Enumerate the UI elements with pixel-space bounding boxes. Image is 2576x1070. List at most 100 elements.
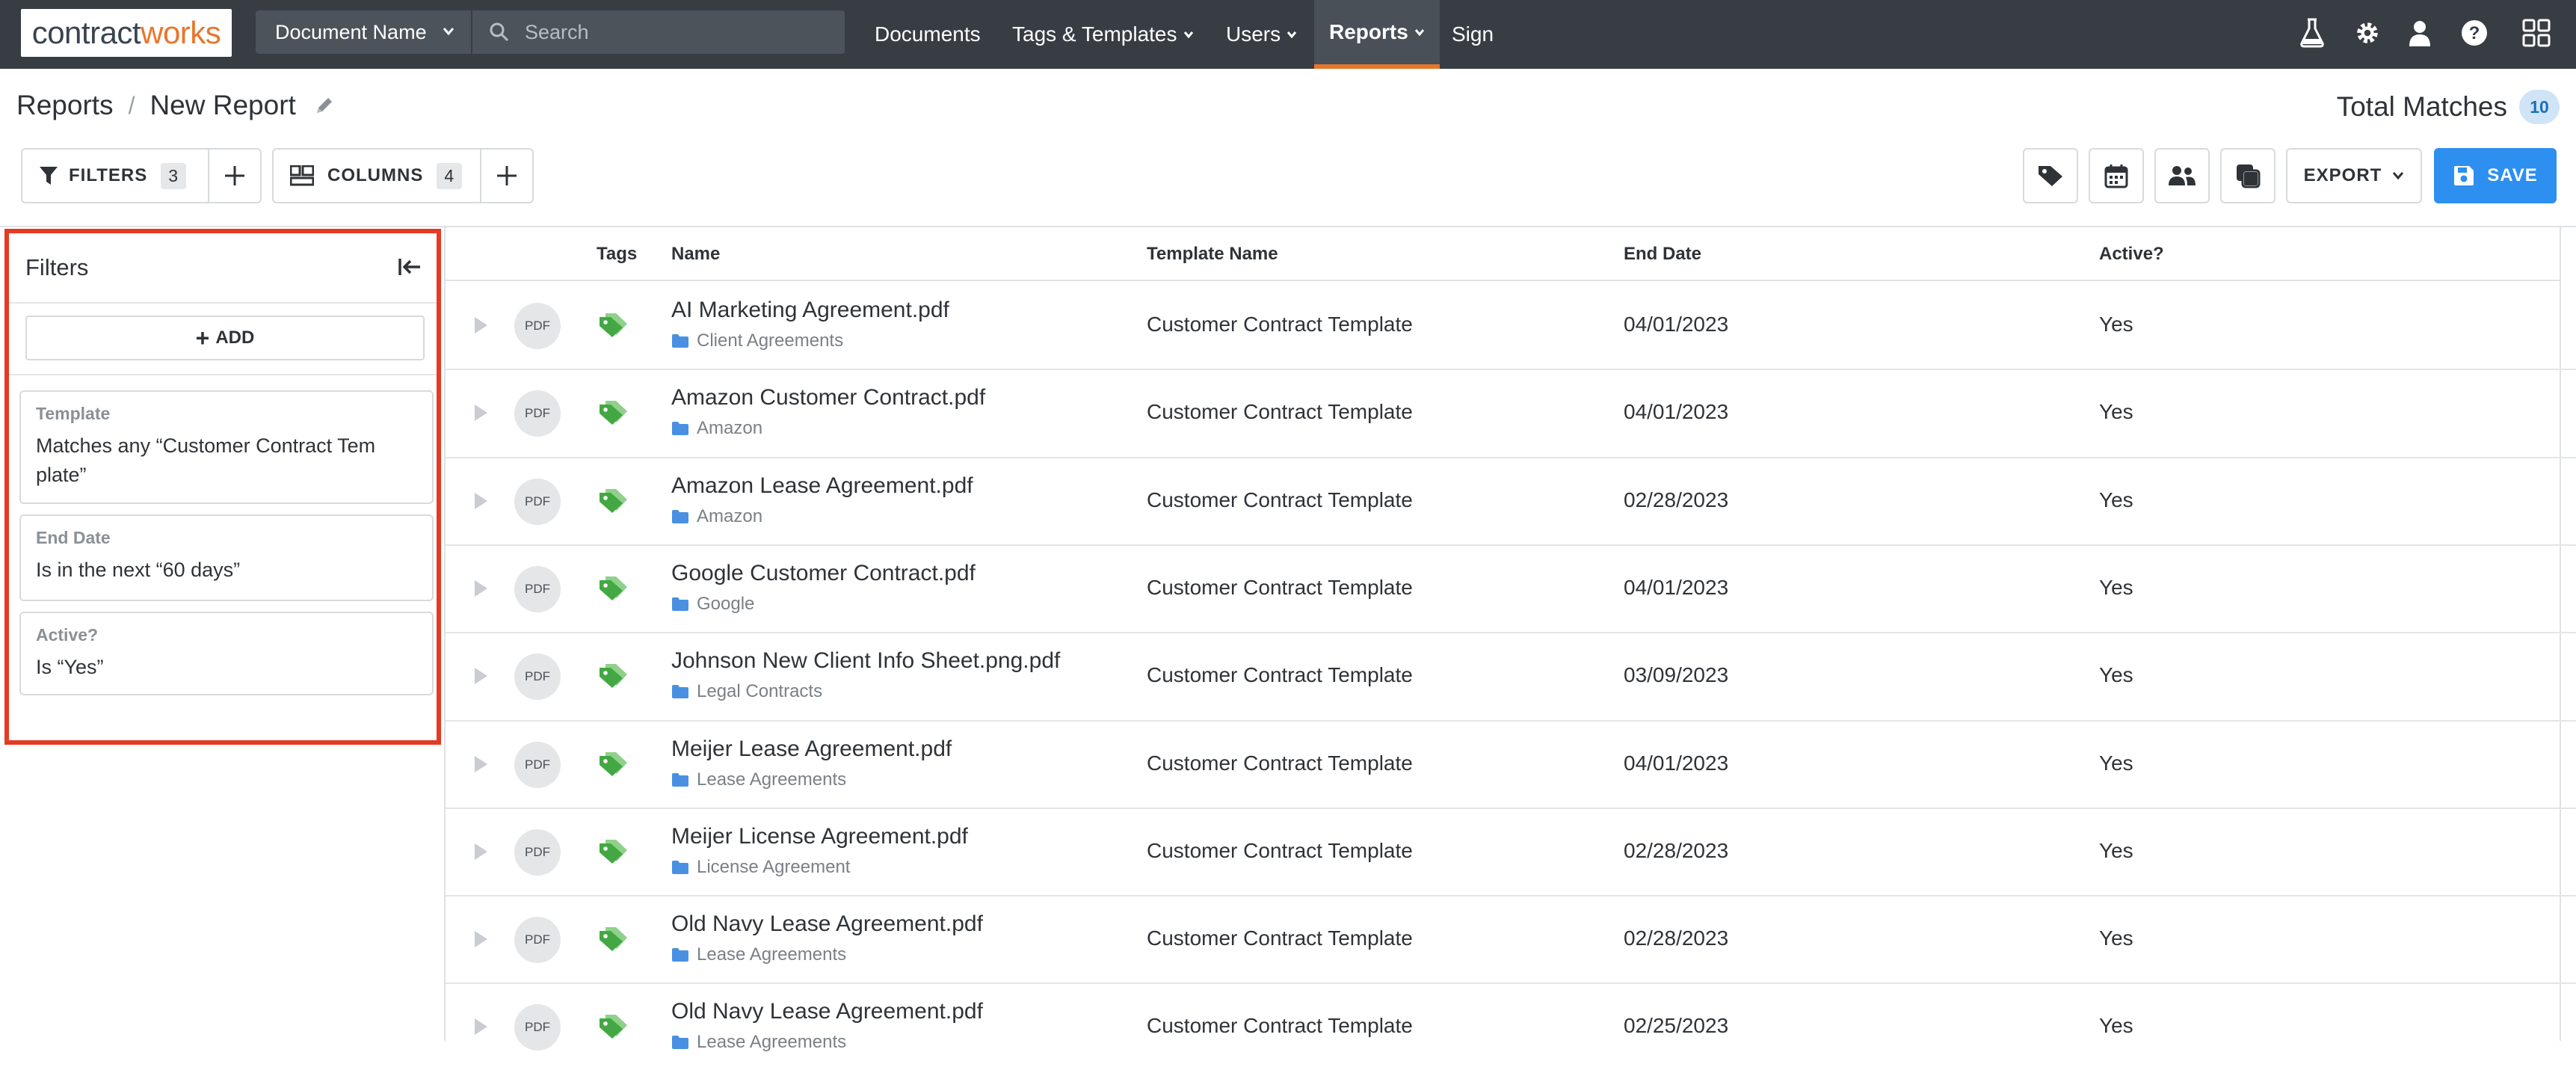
filter-card-template[interactable]: Template Matches any “Customer Contract …	[19, 390, 434, 504]
document-folder[interactable]: Lease Agreements	[671, 769, 846, 790]
total-matches-label: Total Matches	[2336, 91, 2507, 122]
nav-tags-templates[interactable]: Tags & Templates	[1012, 0, 1194, 69]
table-row[interactable]: PDF Google Customer Contract.pdf Google …	[446, 544, 2561, 632]
search-scope-dropdown[interactable]: Document Name	[256, 10, 471, 54]
table-row[interactable]: PDF Amazon Lease Agreement.pdf Amazon Cu…	[446, 457, 2561, 544]
search-input[interactable]: Search	[472, 10, 845, 54]
nav-reports[interactable]: Reports	[1314, 0, 1440, 69]
search-icon	[489, 22, 510, 43]
contractworks-logo[interactable]: contract works	[21, 9, 232, 57]
green-tag-icon[interactable]	[597, 1012, 629, 1039]
column-header-name[interactable]: Name	[671, 244, 720, 265]
document-name-link[interactable]: Amazon Lease Agreement.pdf	[671, 473, 973, 499]
document-name-link[interactable]: Amazon Customer Contract.pdf	[671, 385, 985, 411]
green-tag-icon[interactable]	[597, 487, 629, 514]
flask-icon[interactable]	[2299, 18, 2325, 48]
copy-action-button[interactable]	[2220, 148, 2275, 203]
add-filter-panel-button[interactable]: + ADD	[25, 316, 425, 360]
table-row[interactable]: PDF Amazon Customer Contract.pdf Amazon …	[446, 369, 2561, 456]
expand-row-icon[interactable]	[472, 929, 489, 949]
expand-row-icon[interactable]	[472, 1017, 489, 1036]
expand-row-icon[interactable]	[472, 491, 489, 511]
green-tag-icon[interactable]	[597, 662, 629, 689]
folder-name: Lease Agreements	[697, 1032, 847, 1052]
save-button[interactable]: SAVE	[2434, 148, 2557, 203]
gear-icon[interactable]	[2353, 18, 2382, 48]
column-header-active[interactable]: Active?	[2099, 244, 2164, 265]
end-date-cell: 02/25/2023	[1624, 1014, 1729, 1037]
column-header-end-date[interactable]: End Date	[1624, 244, 1701, 265]
document-folder[interactable]: Amazon	[671, 506, 762, 527]
users-action-button[interactable]	[2154, 148, 2210, 203]
apps-grid-icon[interactable]	[2522, 18, 2551, 48]
filter-label: Active?	[36, 625, 99, 645]
add-column-button[interactable]	[480, 150, 532, 202]
column-header-template-name[interactable]: Template Name	[1147, 244, 1278, 265]
document-folder[interactable]: Client Agreements	[671, 330, 843, 351]
filter-value: Matches any “Customer Contract Tem plate…	[36, 434, 376, 486]
pdf-file-icon: PDF	[514, 917, 561, 963]
filter-label: Template	[36, 404, 111, 423]
document-name-link[interactable]: Google Customer Contract.pdf	[671, 561, 976, 586]
green-tag-icon[interactable]	[597, 750, 629, 777]
table-row[interactable]: PDF AI Marketing Agreement.pdf Client Ag…	[446, 281, 2561, 369]
green-tag-icon[interactable]	[597, 311, 629, 338]
filters-button[interactable]: FILTERS 3	[22, 150, 208, 202]
table-row[interactable]: PDF Meijer Lease Agreement.pdf Lease Agr…	[446, 720, 2561, 808]
nav-sign[interactable]: Sign	[1452, 0, 1494, 69]
document-folder[interactable]: License Agreement	[671, 857, 850, 878]
folder-name: Lease Agreements	[697, 944, 847, 965]
collapse-panel-icon[interactable]	[398, 257, 422, 277]
pdf-file-icon: PDF	[514, 829, 561, 876]
tag-action-button[interactable]	[2023, 148, 2078, 203]
table-row[interactable]: PDF Old Navy Lease Agreement.pdf Lease A…	[446, 983, 2561, 1070]
template-name-cell: Customer Contract Template	[1147, 400, 1413, 423]
document-name-link[interactable]: Old Navy Lease Agreement.pdf	[671, 911, 983, 937]
breadcrumb-reports-link[interactable]: Reports	[16, 90, 114, 121]
export-dropdown-button[interactable]: EXPORT	[2286, 148, 2422, 203]
panel-divider	[9, 302, 437, 304]
table-row[interactable]: PDF Meijer License Agreement.pdf License…	[446, 808, 2561, 895]
table-row[interactable]: PDF Johnson New Client Info Sheet.png.pd…	[446, 632, 2561, 719]
green-tag-icon[interactable]	[597, 399, 629, 425]
document-name-link[interactable]: AI Marketing Agreement.pdf	[671, 298, 949, 323]
document-name-link[interactable]: Old Navy Lease Agreement.pdf	[671, 999, 983, 1024]
expand-row-icon[interactable]	[472, 316, 489, 335]
pencil-icon[interactable]	[314, 95, 335, 116]
document-folder[interactable]: Lease Agreements	[671, 1032, 846, 1053]
document-folder[interactable]: Amazon	[671, 418, 762, 439]
document-folder[interactable]: Google	[671, 594, 754, 615]
expand-row-icon[interactable]	[472, 754, 489, 774]
expand-row-icon[interactable]	[472, 579, 489, 598]
nav-documents[interactable]: Documents	[875, 0, 981, 69]
document-name-link[interactable]: Meijer Lease Agreement.pdf	[671, 737, 952, 762]
search-scope-label: Document Name	[275, 20, 427, 43]
green-tag-icon[interactable]	[597, 925, 629, 952]
document-name-link[interactable]: Johnson New Client Info Sheet.png.pdf	[671, 648, 1060, 674]
expand-row-icon[interactable]	[472, 666, 489, 686]
active-cell: Yes	[2099, 313, 2133, 336]
add-filter-button[interactable]	[208, 150, 260, 202]
green-tag-icon[interactable]	[597, 574, 629, 601]
document-folder[interactable]: Legal Contracts	[671, 681, 822, 702]
calendar-action-button[interactable]	[2089, 148, 2144, 203]
template-name-cell: Customer Contract Template	[1147, 488, 1413, 511]
document-name-link[interactable]: Meijer License Agreement.pdf	[671, 824, 968, 849]
help-icon[interactable]: ?	[2459, 18, 2489, 48]
active-cell: Yes	[2099, 663, 2133, 686]
columns-button[interactable]: COLUMNS 4	[274, 150, 480, 202]
folder-icon	[672, 510, 688, 523]
filter-card-active[interactable]: Active? Is “Yes”	[19, 612, 434, 695]
expand-row-icon[interactable]	[472, 403, 489, 422]
filter-card-end-date[interactable]: End Date Is in the next “60 days”	[19, 514, 434, 601]
end-date-cell: 02/28/2023	[1624, 839, 1729, 862]
document-folder[interactable]: Lease Agreements	[671, 944, 846, 965]
nav-users[interactable]: Users	[1226, 0, 1297, 69]
table-row[interactable]: PDF Old Navy Lease Agreement.pdf Lease A…	[446, 895, 2561, 983]
column-header-tags[interactable]: Tags	[597, 244, 637, 265]
expand-row-icon[interactable]	[472, 842, 489, 861]
template-name-cell: Customer Contract Template	[1147, 1014, 1413, 1037]
green-tag-icon[interactable]	[597, 837, 629, 864]
folder-name: Lease Agreements	[697, 769, 847, 790]
user-icon[interactable]	[2407, 18, 2432, 48]
